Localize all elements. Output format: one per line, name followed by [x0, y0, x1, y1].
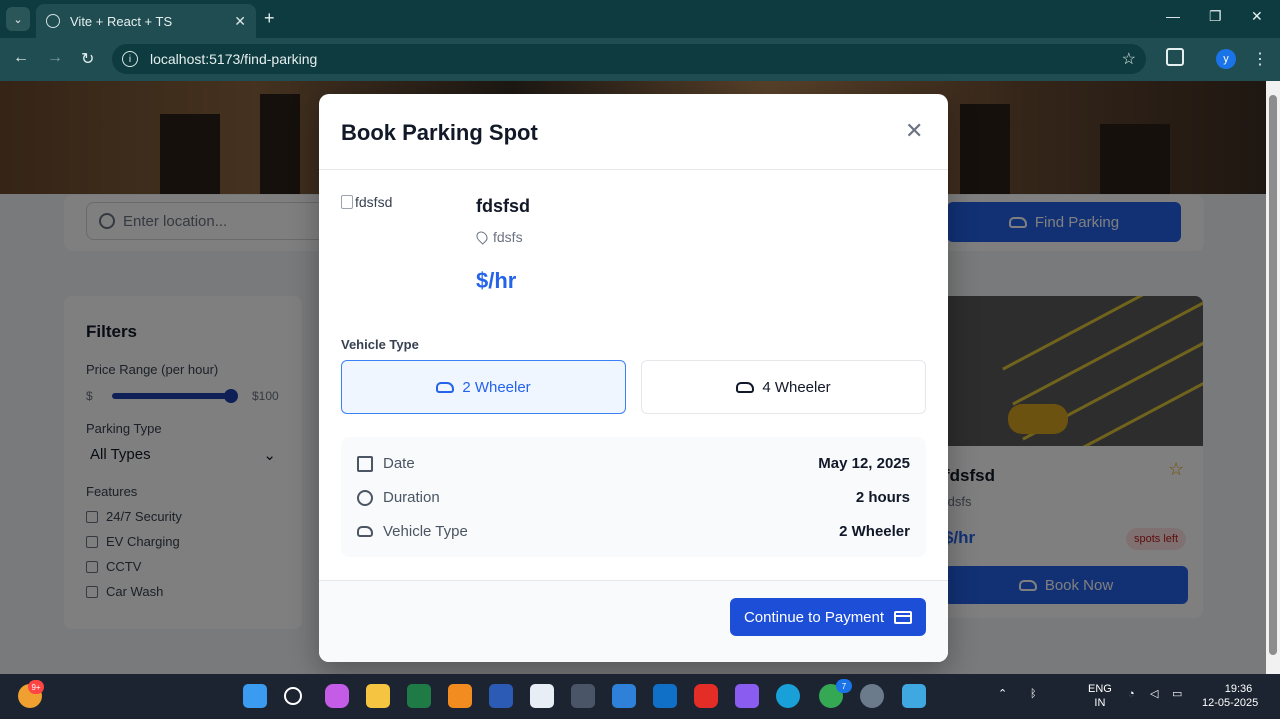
vehicle-type-label: Vehicle Type: [341, 337, 419, 352]
browser-tab-bar: ⌄ Vite + React + TS ✕ + — ❐ ✕: [0, 0, 1280, 38]
booking-summary: Date May 12, 2025 Duration 2 hours Vehic…: [341, 437, 926, 557]
close-icon[interactable]: ✕: [905, 118, 923, 144]
chevron-up-icon[interactable]: ⌃: [998, 687, 1007, 701]
tab-title: Vite + React + TS: [70, 13, 173, 29]
browser-menu-icon[interactable]: ⋮: [1252, 49, 1268, 69]
summary-row-duration: Duration 2 hours: [357, 489, 910, 506]
new-tab-button[interactable]: +: [264, 8, 275, 29]
spot-image: fdsfsd: [341, 194, 392, 210]
booking-modal: Book Parking Spot ✕ fdsfsd fdsfsd fdsfs …: [319, 94, 948, 662]
vehicle-option-label: 4 Wheeler: [762, 378, 831, 396]
m365-icon[interactable]: [735, 684, 759, 708]
address-bar-row: ← → ↻ i localhost:5173/find-parking ☆: [0, 38, 1280, 81]
summary-value: May 12, 2025: [818, 455, 910, 472]
vscode-icon[interactable]: [612, 684, 636, 708]
clock-time: 19:36: [1224, 683, 1253, 695]
outlook-icon[interactable]: [653, 684, 677, 708]
summary-row-date: Date May 12, 2025: [357, 455, 910, 472]
bookmark-star-icon[interactable]: ☆: [1122, 49, 1136, 69]
browser-tab[interactable]: Vite + React + TS ✕: [36, 4, 256, 38]
excel-icon[interactable]: [407, 684, 431, 708]
modal-footer: Continue to Payment: [319, 580, 948, 662]
extensions-icon[interactable]: [1166, 48, 1184, 66]
tab-close-icon[interactable]: ✕: [234, 13, 246, 30]
photos-icon[interactable]: [902, 684, 926, 708]
calendar-icon: [357, 455, 373, 472]
car-icon: [436, 381, 455, 393]
summary-label: Vehicle Type: [383, 523, 468, 540]
lang-bottom: IN: [1094, 697, 1106, 709]
reload-button[interactable]: ↻: [81, 49, 94, 69]
spot-location-text: fdsfs: [493, 229, 523, 245]
summary-row-vehicle: Vehicle Type 2 Wheeler: [357, 523, 910, 540]
word-icon[interactable]: [489, 684, 513, 708]
minimize-button[interactable]: —: [1166, 8, 1180, 24]
url-text: localhost:5173/find-parking: [150, 51, 318, 67]
spot-location-row: fdsfs: [474, 229, 523, 245]
spot-price: $/hr: [476, 268, 517, 293]
page-scrollbar[interactable]: [1266, 81, 1280, 674]
car-icon: [736, 381, 755, 393]
chrome-badge: 7: [836, 679, 852, 693]
battery-icon[interactable]: ▭: [1172, 687, 1182, 701]
restore-button[interactable]: ❐: [1209, 8, 1222, 25]
continue-to-payment-button[interactable]: Continue to Payment: [730, 598, 926, 636]
summary-value: 2 Wheeler: [839, 523, 910, 540]
app-icon[interactable]: [530, 684, 554, 708]
profile-avatar[interactable]: y: [1216, 49, 1236, 69]
vehicle-option-4-wheeler[interactable]: 4 Wheeler: [641, 360, 926, 414]
language-indicator[interactable]: ENG IN: [1088, 682, 1112, 710]
globe-icon: [46, 14, 60, 28]
lang-top: ENG: [1088, 683, 1112, 695]
vehicle-option-label: 2 Wheeler: [462, 378, 531, 396]
start-icon[interactable]: [243, 684, 267, 708]
back-button[interactable]: ←: [13, 49, 29, 67]
credit-card-icon: [894, 610, 913, 624]
summary-value: 2 hours: [855, 489, 910, 506]
url-bar[interactable]: i localhost:5173/find-parking ☆: [112, 44, 1146, 74]
bluetooth-icon[interactable]: ᛒ: [1030, 687, 1037, 701]
summary-label: Date: [383, 455, 415, 472]
copilot-icon[interactable]: [325, 684, 349, 708]
vehicle-option-2-wheeler[interactable]: 2 Wheeler: [341, 360, 626, 414]
modal-header: Book Parking Spot ✕: [319, 94, 948, 170]
clock-date: 12-05-2025: [1202, 697, 1259, 709]
modal-title: Book Parking Spot: [341, 120, 538, 145]
continue-label: Continue to Payment: [743, 608, 885, 626]
car-icon: [357, 526, 373, 537]
file-explorer-icon[interactable]: [366, 684, 390, 708]
youtube-icon[interactable]: [694, 684, 718, 708]
scrollbar-thumb[interactable]: [1269, 95, 1277, 655]
wifi-icon[interactable]: ◔: [1128, 687, 1135, 701]
notification-badge: 9+: [28, 680, 44, 694]
site-info-icon[interactable]: i: [122, 51, 138, 67]
volume-icon[interactable]: ◁: [1150, 687, 1158, 701]
clock-icon: [357, 489, 373, 506]
window-close-button[interactable]: ✕: [1251, 8, 1263, 25]
vlc-icon[interactable]: [448, 684, 472, 708]
settings-icon[interactable]: [860, 684, 884, 708]
clock[interactable]: 19:36 12-05-2025: [1202, 682, 1258, 710]
spot-name: fdsfsd: [476, 196, 530, 216]
search-icon[interactable]: [284, 687, 302, 705]
tab-search-button[interactable]: ⌄: [6, 7, 30, 31]
terminal-icon[interactable]: [571, 684, 595, 708]
summary-label: Duration: [383, 489, 440, 506]
windows-taskbar: 9+ 7 ⌃ ᛒ ENG IN ◔ ◁ ▭ 19:36 12-05-2025: [0, 674, 1280, 719]
map-pin-icon: [474, 229, 490, 245]
broken-image-icon: [341, 195, 353, 209]
edge-icon[interactable]: [776, 684, 800, 708]
forward-button[interactable]: →: [47, 49, 63, 67]
spot-image-alt: fdsfsd: [355, 194, 393, 210]
